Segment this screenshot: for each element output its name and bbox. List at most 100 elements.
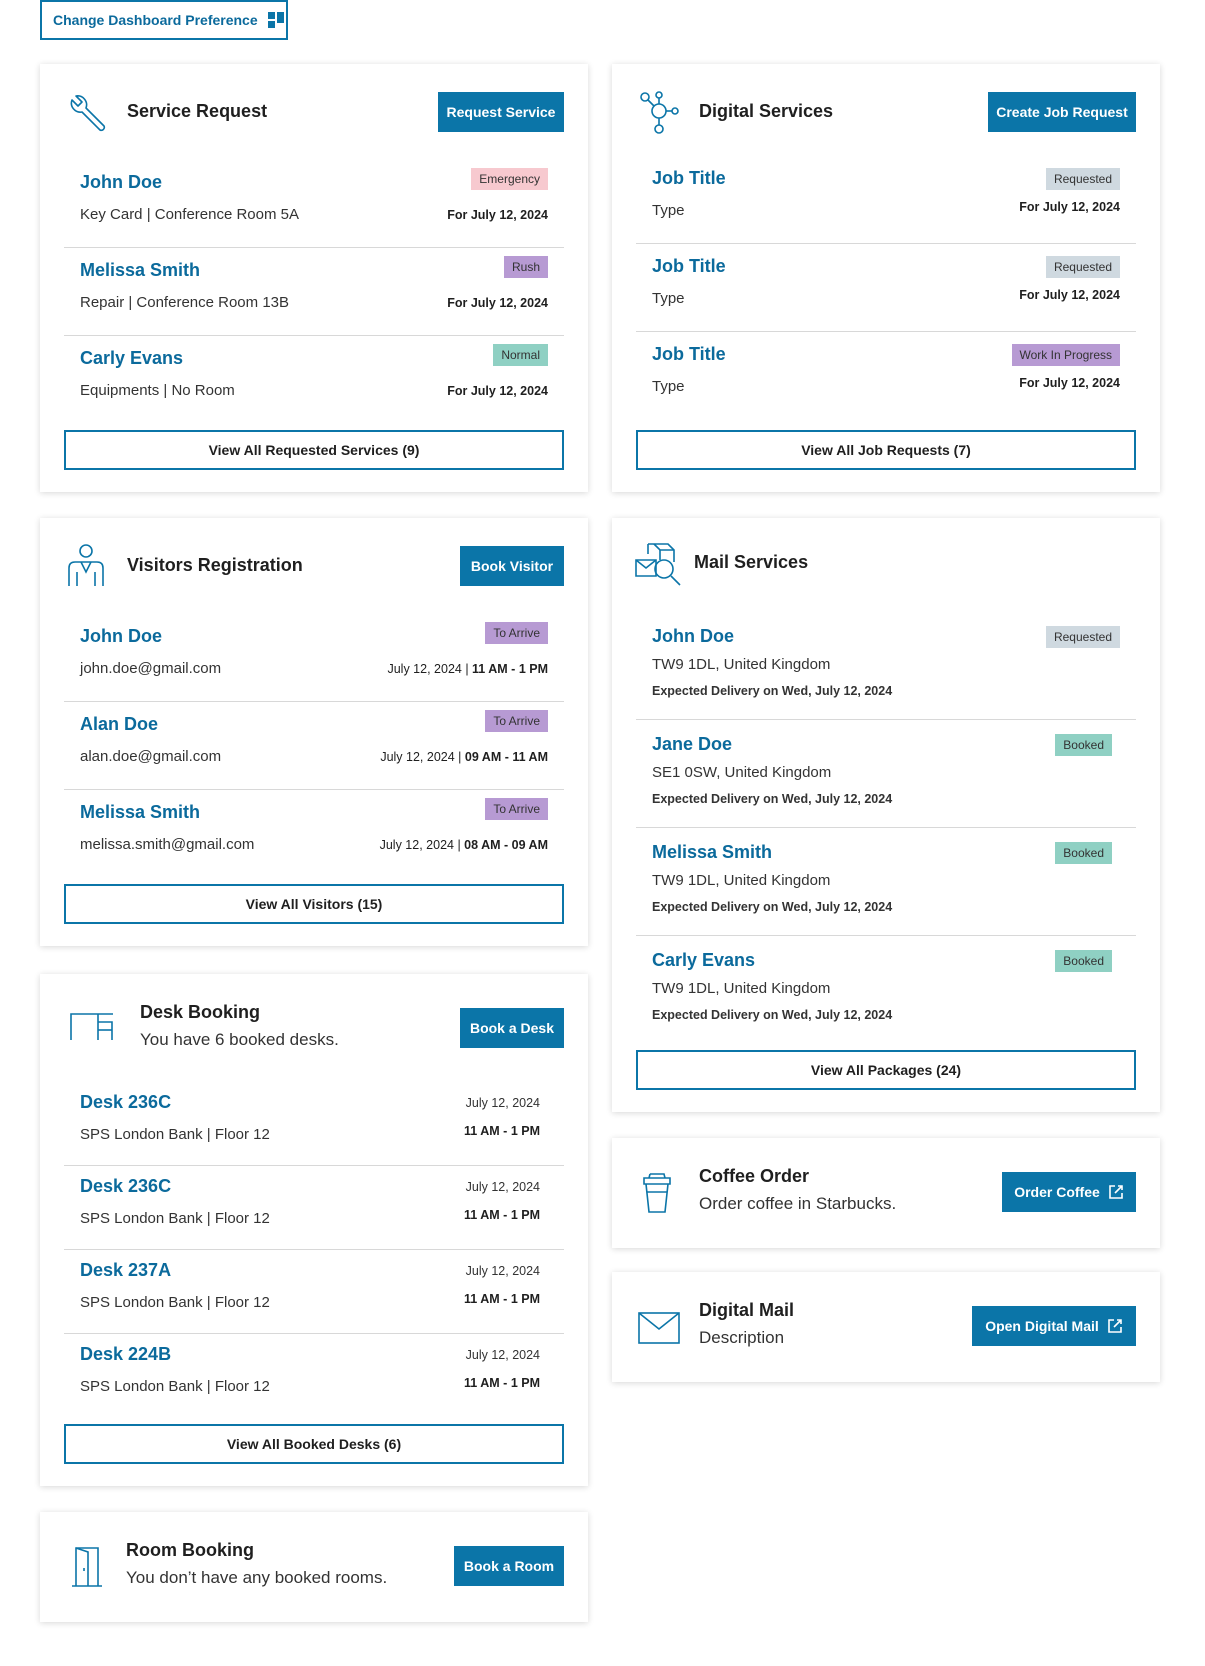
expected-delivery: Expected Delivery on Wed, July 12, 2024	[652, 792, 893, 806]
desk-name[interactable]: Desk 224B	[80, 1344, 171, 1365]
list-item[interactable]: Desk 237A SPS London Bank | Floor 12 Jul…	[64, 1250, 564, 1334]
status-badge: Booked	[1055, 842, 1112, 864]
order-coffee-button[interactable]: Order Coffee	[1002, 1172, 1136, 1212]
desk-name[interactable]: Desk 237A	[80, 1260, 171, 1281]
list-item[interactable]: Alan Doe alan.doe@gmail.com To Arrive Ju…	[64, 702, 564, 790]
create-job-request-button[interactable]: Create Job Request	[988, 92, 1136, 132]
expected-delivery: Expected Delivery on Wed, July 12, 2024	[652, 684, 893, 698]
desk-location: SPS London Bank | Floor 12	[80, 1294, 270, 1311]
desk-date: July 12, 2024	[465, 1348, 540, 1362]
view-all-visitors-button[interactable]: View All Visitors (15)	[64, 884, 564, 924]
recipient-address: SE1 0SW, United Kingdom	[652, 764, 832, 781]
desk-booking-title: Desk Booking	[140, 1002, 261, 1022]
external-link-icon	[1108, 1185, 1123, 1199]
requester-name[interactable]: Melissa Smith	[80, 260, 200, 281]
envelope-icon	[638, 1312, 680, 1344]
status-badge: Normal	[493, 344, 548, 366]
status-badge: To Arrive	[485, 710, 548, 732]
desk-name[interactable]: Desk 236C	[80, 1092, 171, 1113]
digital-services-card: Digital Services Create Job Request Job …	[612, 64, 1160, 492]
wrench-icon	[70, 95, 106, 132]
request-date: For July 12, 2024	[447, 384, 548, 398]
status-badge: Requested	[1045, 256, 1120, 278]
desk-time: 11 AM - 1 PM	[464, 1376, 540, 1390]
room-booking-subtitle: You don’t have any booked rooms.	[126, 1568, 388, 1587]
digital-mail-card: Digital Mail Description Open Digital Ma…	[612, 1272, 1160, 1382]
room-booking-card: Room Booking You don’t have any booked r…	[40, 1512, 588, 1622]
status-badge: Requested	[1045, 626, 1120, 648]
status-badge: Booked	[1055, 734, 1112, 756]
package-search-icon	[635, 543, 681, 586]
job-date: For July 12, 2024	[1019, 288, 1120, 302]
view-all-packages-button[interactable]: View All Packages (24)	[636, 1050, 1136, 1090]
status-badge: Emergency	[471, 168, 548, 190]
desk-location: SPS London Bank | Floor 12	[80, 1378, 270, 1395]
job-title[interactable]: Job Title	[652, 256, 726, 277]
status-badge: To Arrive	[485, 798, 548, 820]
list-item[interactable]: Desk 224B SPS London Bank | Floor 12 Jul…	[64, 1334, 564, 1418]
list-item[interactable]: Job Title Type Requested For July 12, 20…	[636, 244, 1136, 332]
list-item[interactable]: Melissa Smith Repair | Conference Room 1…	[64, 248, 564, 336]
list-item[interactable]: John Doe john.doe@gmail.com To Arrive Ju…	[64, 614, 564, 702]
list-item[interactable]: John Doe TW9 1DL, United Kingdom Expecte…	[636, 612, 1136, 720]
digital-services-title: Digital Services	[699, 101, 834, 121]
status-badge: Booked	[1055, 950, 1112, 972]
request-service-button[interactable]: Request Service	[438, 92, 564, 132]
visit-time: 11 AM - 1 PM	[472, 662, 548, 676]
list-item[interactable]: Melissa Smith TW9 1DL, United Kingdom Ex…	[636, 828, 1136, 936]
visitor-email: alan.doe@gmail.com	[80, 748, 222, 765]
recipient-address: TW9 1DL, United Kingdom	[652, 872, 831, 889]
recipient-address: TW9 1DL, United Kingdom	[652, 980, 831, 997]
job-title[interactable]: Job Title	[652, 344, 726, 365]
order-coffee-label: Order Coffee	[1014, 1184, 1100, 1200]
view-all-requested-services-button[interactable]: View All Requested Services (9)	[64, 430, 564, 470]
visitor-name[interactable]: Melissa Smith	[80, 802, 200, 823]
desk-time: 11 AM - 1 PM	[464, 1124, 540, 1138]
job-type: Type	[652, 290, 685, 307]
status-badge: Work In Progress	[1011, 344, 1120, 366]
visitor-email: melissa.smith@gmail.com	[80, 836, 255, 853]
visitor-name[interactable]: John Doe	[80, 626, 162, 647]
job-title[interactable]: Job Title	[652, 168, 726, 189]
list-item[interactable]: Carly Evans TW9 1DL, United Kingdom Expe…	[636, 936, 1136, 1044]
book-a-desk-button[interactable]: Book a Desk	[460, 1008, 564, 1048]
digital-mail-subtitle: Description	[699, 1328, 785, 1347]
coffee-cup-icon	[643, 1173, 671, 1213]
list-item[interactable]: Job Title Type Work In Progress For July…	[636, 332, 1136, 420]
view-all-booked-desks-button[interactable]: View All Booked Desks (6)	[64, 1424, 564, 1464]
recipient-name[interactable]: Melissa Smith	[652, 842, 772, 863]
book-a-room-button[interactable]: Book a Room	[454, 1546, 564, 1586]
mail-services-title: Mail Services	[694, 552, 809, 572]
book-visitor-button[interactable]: Book Visitor	[460, 546, 564, 586]
list-item[interactable]: Job Title Type Requested For July 12, 20…	[636, 156, 1136, 244]
request-date: For July 12, 2024	[447, 296, 548, 310]
service-request-card: Service Request Request Service John Doe…	[40, 64, 588, 492]
desk-name[interactable]: Desk 236C	[80, 1176, 171, 1197]
list-item[interactable]: John Doe Key Card | Conference Room 5A E…	[64, 160, 564, 248]
job-type: Type	[652, 202, 685, 219]
desk-booking-card: Desk Booking You have 6 booked desks. Bo…	[40, 974, 588, 1486]
list-item[interactable]: Jane Doe SE1 0SW, United Kingdom Expecte…	[636, 720, 1136, 828]
external-link-icon	[1107, 1319, 1122, 1333]
request-detail: Key Card | Conference Room 5A	[80, 206, 300, 223]
list-item[interactable]: Desk 236C SPS London Bank | Floor 12 Jul…	[64, 1082, 564, 1166]
list-item[interactable]: Carly Evans Equipments | No Room Normal …	[64, 336, 564, 424]
desk-time: 11 AM - 1 PM	[464, 1292, 540, 1306]
desk-date: July 12, 2024	[465, 1264, 540, 1278]
desk-date: July 12, 2024	[465, 1180, 540, 1194]
view-all-job-requests-button[interactable]: View All Job Requests (7)	[636, 430, 1136, 470]
recipient-name[interactable]: John Doe	[652, 626, 734, 647]
recipient-name[interactable]: Carly Evans	[652, 950, 755, 971]
requester-name[interactable]: Carly Evans	[80, 348, 183, 369]
desk-booking-subtitle: You have 6 booked desks.	[140, 1030, 339, 1049]
visitor-email: john.doe@gmail.com	[80, 660, 222, 677]
change-dashboard-preference-button[interactable]: Change Dashboard Preference	[40, 0, 288, 40]
recipient-name[interactable]: Jane Doe	[652, 734, 732, 755]
visitor-name[interactable]: Alan Doe	[80, 714, 158, 735]
service-request-title: Service Request	[127, 101, 268, 121]
list-item[interactable]: Desk 236C SPS London Bank | Floor 12 Jul…	[64, 1166, 564, 1250]
requester-name[interactable]: John Doe	[80, 172, 162, 193]
open-digital-mail-button[interactable]: Open Digital Mail	[972, 1306, 1136, 1346]
request-date: For July 12, 2024	[447, 208, 548, 222]
list-item[interactable]: Melissa Smith melissa.smith@gmail.com To…	[64, 790, 564, 878]
